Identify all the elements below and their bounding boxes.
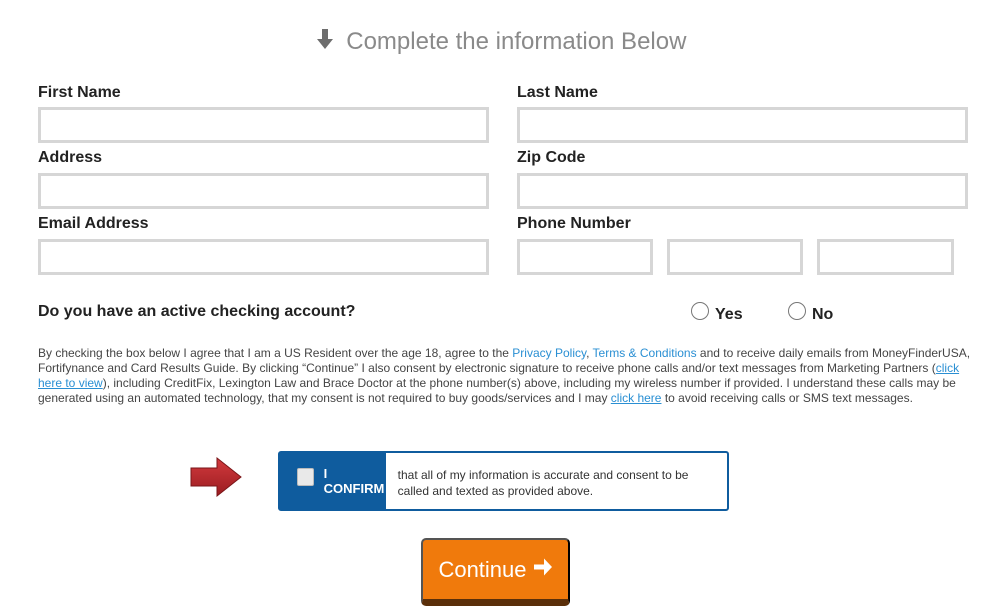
radio-yes[interactable]: Yes xyxy=(691,298,743,324)
heading-text: Complete the information Below xyxy=(346,28,687,55)
address-input[interactable] xyxy=(38,173,489,209)
confirm-checkbox[interactable] xyxy=(297,468,314,486)
address-label: Address xyxy=(38,149,103,166)
radio-yes-circle[interactable] xyxy=(691,302,709,320)
confirm-consent-box[interactable]: I CONFIRM that all of my information is … xyxy=(278,451,729,511)
red-arrow-right-icon xyxy=(189,456,243,503)
phone-line-input[interactable] xyxy=(817,239,954,275)
radio-yes-label[interactable]: Yes xyxy=(715,306,743,324)
radio-no-circle[interactable] xyxy=(788,302,806,320)
radio-no[interactable]: No xyxy=(788,298,833,324)
email-label: Email Address xyxy=(38,215,149,232)
arrow-right-icon xyxy=(533,557,553,583)
first-name-label: First Name xyxy=(38,84,121,101)
confirm-checkbox-area[interactable]: I CONFIRM xyxy=(280,453,386,509)
terms-conditions-link[interactable]: Terms & Conditions xyxy=(593,346,697,360)
disclaimer-text-1: By checking the box below I agree that I… xyxy=(38,346,513,360)
consent-disclaimer: By checking the box below I agree that I… xyxy=(38,346,973,406)
checking-account-question: Do you have an active checking account? xyxy=(38,303,356,320)
last-name-input[interactable] xyxy=(517,107,968,143)
email-input[interactable] xyxy=(38,239,489,275)
continue-label: Continue xyxy=(438,556,527,582)
confirm-statement: that all of my information is accurate a… xyxy=(397,468,689,498)
zip-code-label: Zip Code xyxy=(517,149,586,166)
avoid-calls-link[interactable]: click here xyxy=(611,391,662,405)
first-name-input[interactable] xyxy=(38,107,489,143)
page-heading: Complete the information Below xyxy=(0,28,1000,57)
phone-prefix-input[interactable] xyxy=(667,239,803,275)
confirm-label[interactable]: I CONFIRM xyxy=(324,466,386,496)
phone-label: Phone Number xyxy=(517,215,631,232)
phone-area-code-input[interactable] xyxy=(517,239,653,275)
zip-code-input[interactable] xyxy=(517,173,968,209)
radio-no-label[interactable]: No xyxy=(812,306,833,324)
arrow-down-icon xyxy=(314,28,336,57)
continue-button[interactable]: Continue xyxy=(421,538,570,606)
last-name-label: Last Name xyxy=(517,84,598,101)
disclaimer-text-4: to avoid receiving calls or SMS text mes… xyxy=(661,391,913,405)
privacy-policy-link[interactable]: Privacy Policy xyxy=(512,346,586,360)
